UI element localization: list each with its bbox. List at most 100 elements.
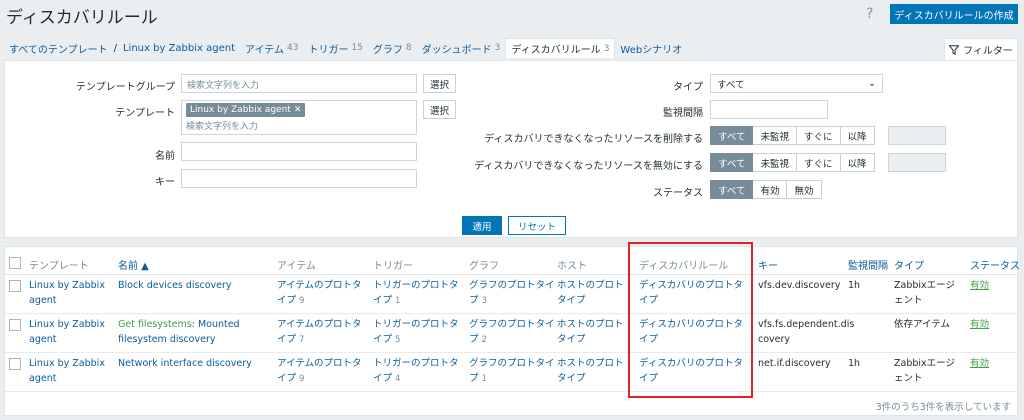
row-hosts-link[interactable]: ホストのプロト タイプ (557, 317, 624, 347)
apply-button[interactable]: 適用 (462, 216, 502, 235)
page-header: ディスカバリルール ? ディスカバリルールの作成 (0, 0, 1024, 32)
row-triggers-link[interactable]: トリガーのプロトタ イプ 5 (373, 317, 459, 348)
tab-web-scenarios-label: Webシナリオ (620, 44, 683, 56)
row-template-link[interactable]: Linux by Zabbix agent (29, 356, 105, 386)
row-discovery-link[interactable]: ディスカバリのプロトタ イプ (639, 278, 743, 308)
row-checkbox[interactable] (9, 280, 21, 292)
type-label: タイプ (673, 82, 703, 93)
delete-lost-never[interactable]: 未監視 (753, 126, 797, 145)
row-name[interactable]: Get filesystems: Mounted filesystem disco… (118, 317, 240, 347)
tab-triggers-count: 15 (351, 43, 363, 53)
reset-button[interactable]: リセット (508, 216, 566, 235)
row-type: 依存アイテム (894, 319, 951, 330)
tab-triggers[interactable]: トリガー 15 (303, 38, 367, 58)
discovery-rules-table: テンプレート 名前 ▲ アイテム トリガー グラフ ホスト ディスカバリルール … (4, 246, 1020, 416)
key-input[interactable] (181, 169, 417, 188)
template-group-select-button[interactable]: 選択 (423, 74, 456, 93)
template-group-input[interactable]: 検索文字列を入力 (181, 74, 417, 93)
filter-tab-label: フィルター (963, 46, 1013, 57)
row-type: Zabbixエージ ェント (894, 358, 955, 384)
status-enabled[interactable]: 有効 (753, 180, 788, 199)
row-name-link[interactable]: Block devices discovery (118, 278, 232, 293)
tab-web-scenarios[interactable]: Webシナリオ (615, 38, 687, 58)
row-graphs-link[interactable]: グラフのプロトタイプ 2 (469, 317, 555, 348)
status-disabled[interactable]: 無効 (787, 180, 822, 199)
status-radio-group: すべて 有効 無効 (710, 180, 822, 199)
name-input[interactable] (181, 142, 417, 161)
breadcrumb-template[interactable]: Linux by Zabbix agent (118, 38, 240, 58)
filter-panel: テンプレートグループ 検索文字列を入力 選択 テンプレート Linux by Z… (4, 60, 1018, 238)
header-graphs: グラフ (469, 261, 499, 272)
tab-discovery-rules-count: 3 (603, 43, 610, 54)
status-all[interactable]: すべて (710, 180, 754, 199)
row-hosts-link[interactable]: ホストのプロト タイプ (557, 356, 624, 386)
row-items-link[interactable]: アイテムのプロトタ イプ 9 (277, 278, 362, 309)
type-select[interactable]: すべて ⌄ (710, 74, 883, 93)
table-footer-count: 3件のうち3件を表示しています (875, 402, 1011, 413)
row-divider (5, 352, 1017, 353)
header-interval[interactable]: 監視間隔 (848, 257, 888, 272)
tab-discovery-rules[interactable]: ディスカバリルール 3 (505, 38, 616, 58)
row-hosts-link[interactable]: ホストのプロト タイプ (557, 278, 624, 308)
help-icon[interactable]: ? (866, 6, 873, 22)
header-type[interactable]: タイプ (894, 257, 924, 272)
breadcrumb-all-templates[interactable]: すべてのテンプレート (4, 38, 113, 58)
row-checkbox[interactable] (9, 319, 21, 331)
select-all-checkbox[interactable] (9, 257, 21, 269)
row-graphs-link[interactable]: グラフのプロトタイプ 1 (469, 356, 555, 387)
row-graphs-link[interactable]: グラフのプロトタイプ 3 (469, 278, 555, 309)
delete-lost-immediately[interactable]: すぐに (796, 126, 841, 145)
tab-dashboards-count: 3 (494, 43, 501, 53)
row-status-link[interactable]: 有効 (970, 317, 989, 332)
page-title: ディスカバリルール (6, 8, 158, 28)
chevron-down-icon: ⌄ (868, 78, 876, 89)
row-template-link[interactable]: Linux by Zabbix agent (29, 278, 105, 308)
tab-items[interactable]: アイテム 43 (240, 38, 303, 58)
delete-lost-all[interactable]: すべて (710, 126, 754, 145)
row-triggers-link[interactable]: トリガーのプロトタ イプ 1 (373, 278, 459, 309)
header-items: アイテム (277, 261, 316, 272)
row-triggers-link[interactable]: トリガーのプロトタ イプ 4 (373, 356, 459, 387)
header-name[interactable]: 名前 ▲ (118, 257, 149, 272)
delete-lost-after-input (888, 126, 946, 145)
row-template-link[interactable]: Linux by Zabbix agent (29, 317, 105, 347)
row-status-link[interactable]: 有効 (970, 356, 989, 371)
row-name-link[interactable]: : Mounted (192, 319, 240, 330)
row-name-prefix-link[interactable]: Get filesystems (118, 319, 192, 330)
template-chip-label: Linux by Zabbix agent (190, 105, 291, 115)
interval-input[interactable] (710, 100, 828, 119)
tab-items-label: アイテム (245, 44, 284, 56)
tab-graphs[interactable]: グラフ 8 (368, 38, 417, 58)
template-select-button[interactable]: 選択 (423, 100, 456, 119)
disable-lost-never[interactable]: 未監視 (753, 153, 797, 172)
disable-lost-immediately[interactable]: すぐに (796, 153, 841, 172)
template-label: テンプレート (115, 108, 175, 119)
remove-chip-icon[interactable]: ✕ (294, 105, 302, 115)
tab-graphs-count: 8 (405, 43, 412, 53)
row-divider (5, 313, 1017, 314)
filter-icon (949, 44, 960, 55)
disable-lost-all[interactable]: すべて (710, 153, 754, 172)
template-placeholder: 検索文字列を入力 (186, 122, 259, 132)
delete-lost-after[interactable]: 以降 (840, 126, 875, 145)
header-divider (5, 274, 1017, 275)
tab-graphs-label: グラフ (372, 44, 403, 56)
row-name-link[interactable]: Network interface discovery (118, 356, 252, 371)
header-triggers: トリガー (373, 261, 413, 272)
row-key: vfs.fs.dependent.dis covery (758, 319, 855, 345)
row-items-link[interactable]: アイテムのプロトタ イプ 7 (277, 317, 362, 348)
tab-dashboards[interactable]: ダッシュボード 3 (417, 38, 506, 58)
header-status[interactable]: ステータス (970, 257, 1020, 272)
row-interval: 1h (848, 358, 861, 369)
row-discovery-link[interactable]: ディスカバリのプロトタ イプ (639, 317, 743, 347)
template-multiselect[interactable]: Linux by Zabbix agent ✕ 検索文字列を入力 (181, 100, 417, 135)
create-discovery-rule-button[interactable]: ディスカバリルールの作成 (890, 4, 1018, 24)
row-checkbox[interactable] (9, 358, 21, 370)
header-key[interactable]: キー (758, 257, 778, 272)
filter-tab[interactable]: フィルター (944, 38, 1018, 60)
row-status-link[interactable]: 有効 (970, 278, 989, 293)
disable-lost-after[interactable]: 以降 (840, 153, 875, 172)
row-discovery-link[interactable]: ディスカバリのプロトタ イプ (639, 356, 743, 386)
name-label: 名前 (155, 151, 175, 162)
row-items-link[interactable]: アイテムのプロトタ イプ 9 (277, 356, 362, 387)
